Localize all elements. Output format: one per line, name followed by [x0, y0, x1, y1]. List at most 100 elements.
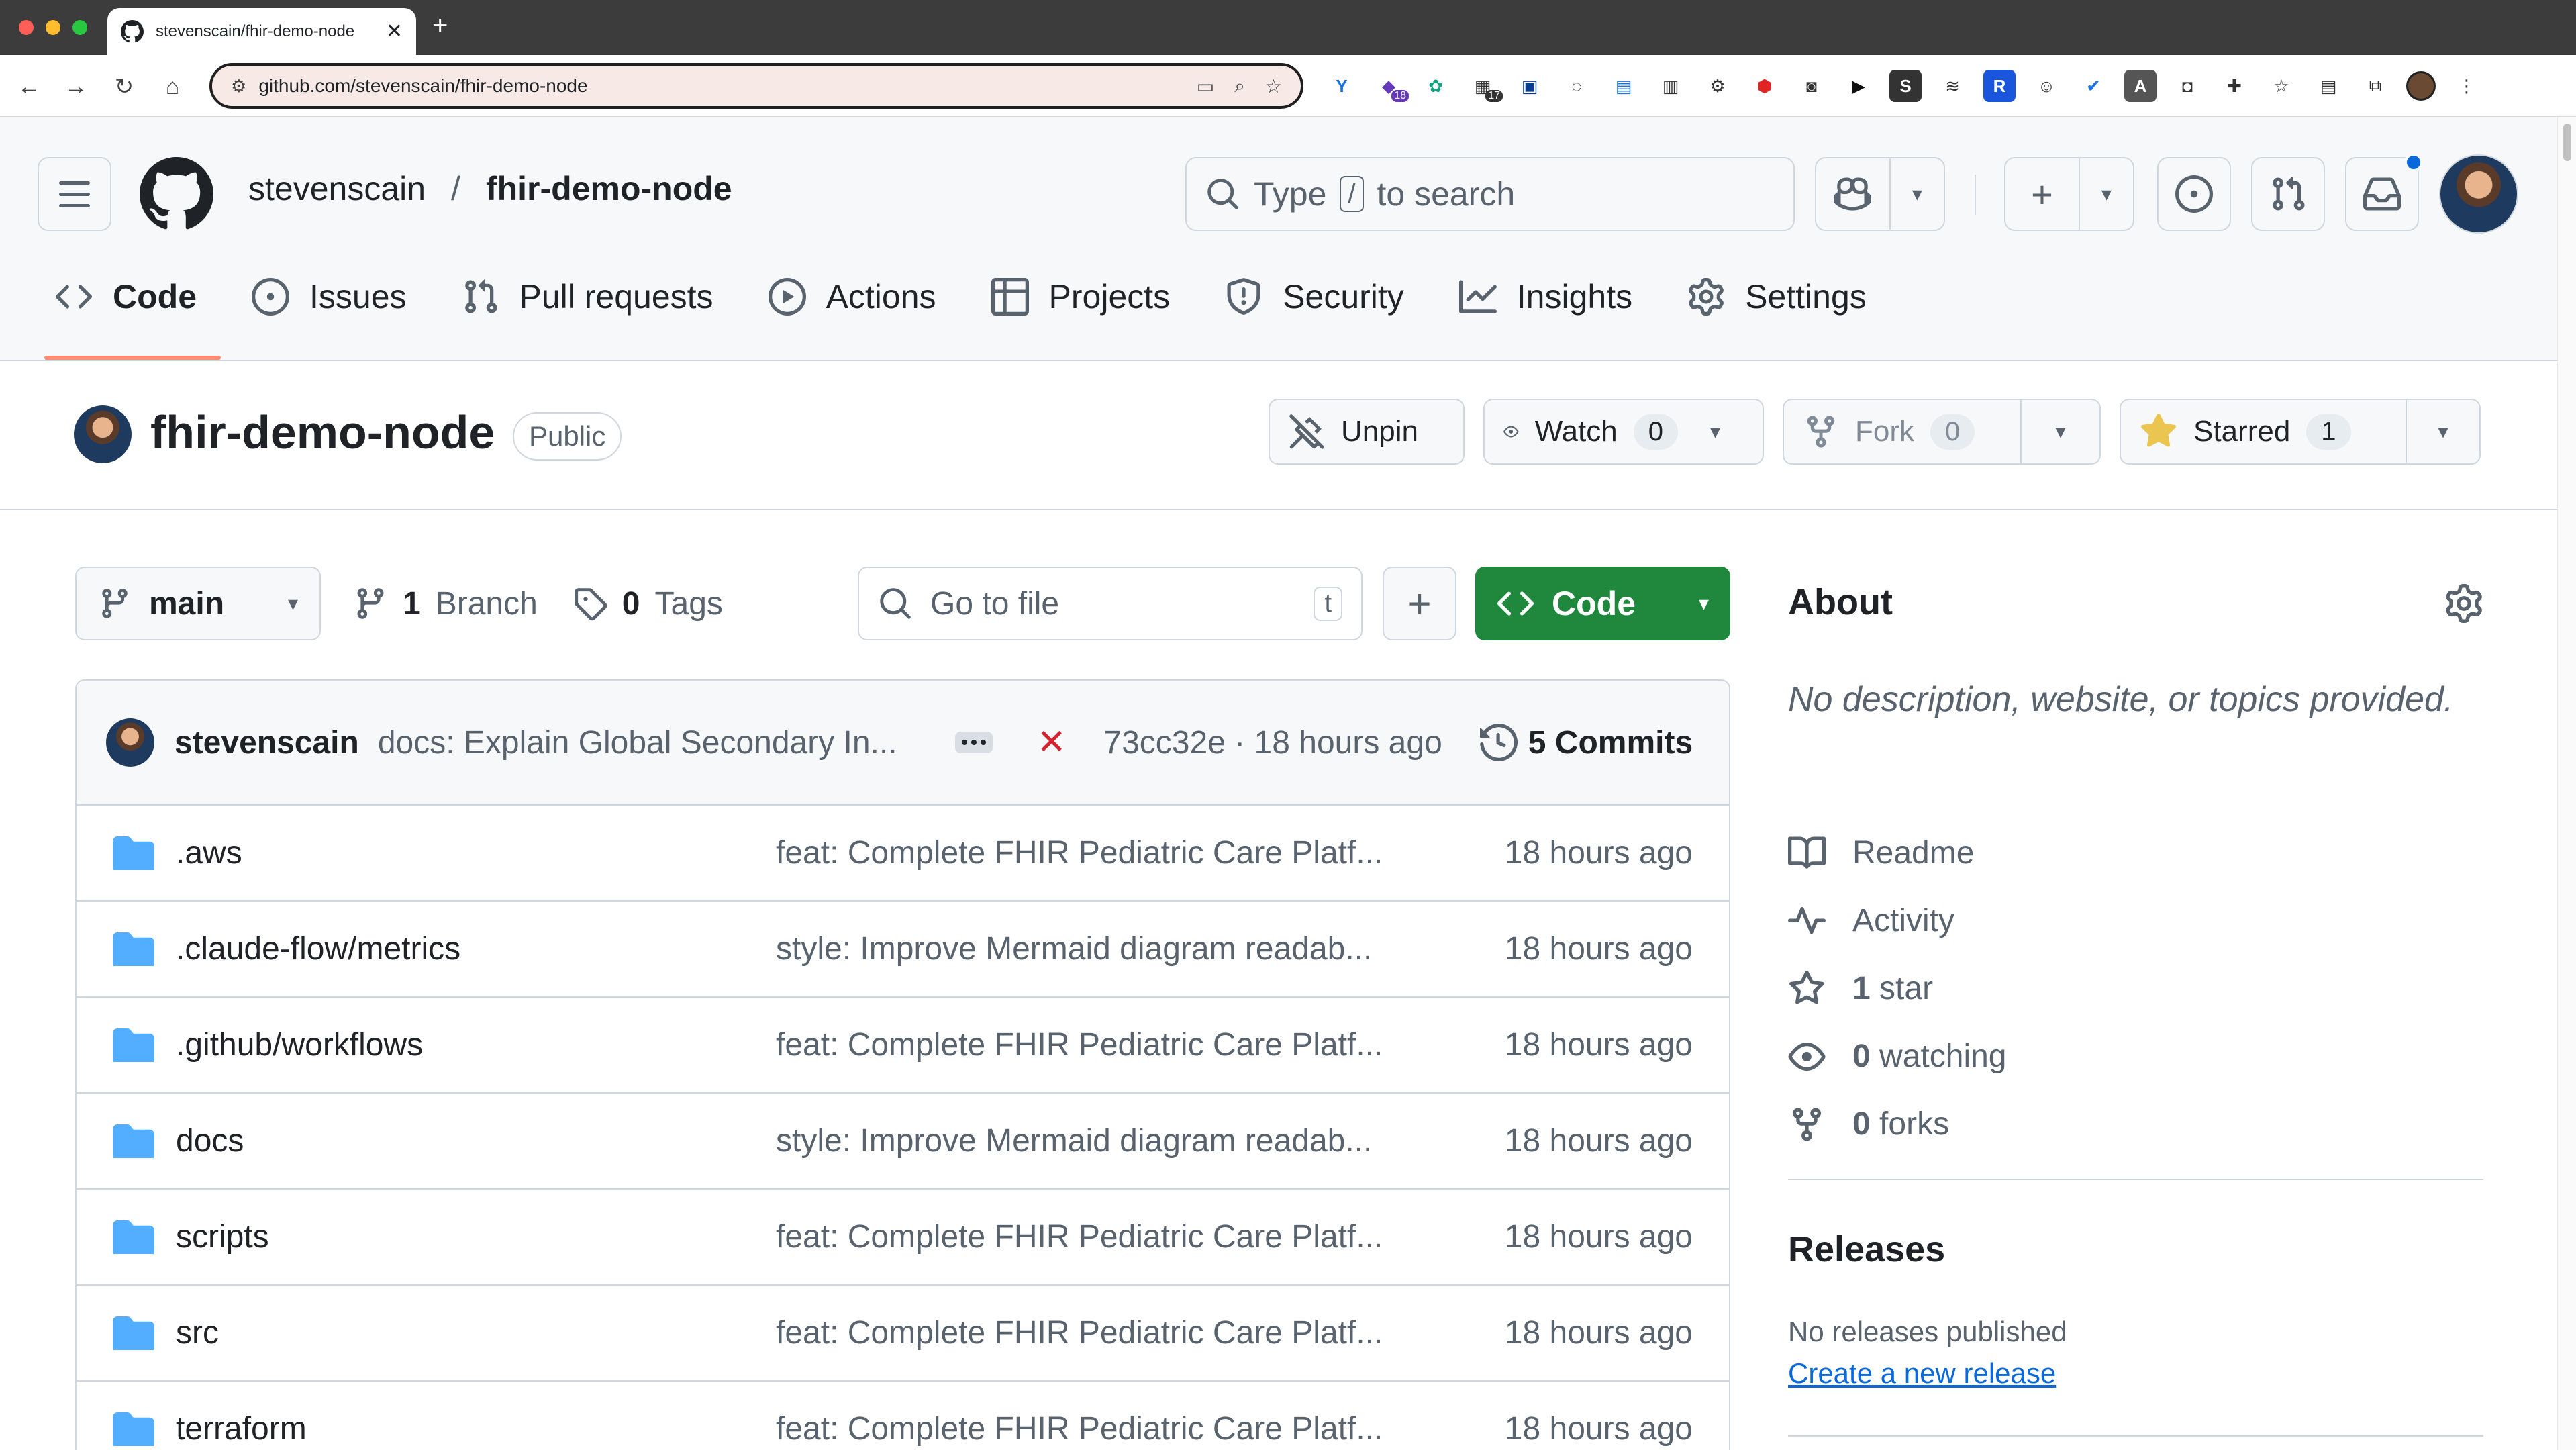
commit-author[interactable]: stevenscain — [175, 724, 359, 761]
file-row[interactable]: scripts feat: Complete FHIR Pediatric Car… — [77, 1190, 1729, 1286]
create-release-link[interactable]: Create a new release — [1788, 1357, 2056, 1390]
extension-calendar-icon[interactable]: ▦ 17 — [1467, 70, 1503, 102]
create-new-dropdown[interactable]: ▾ — [2078, 158, 2133, 230]
tags-link[interactable]: 0 Tags — [573, 585, 723, 622]
forward-arrow-icon[interactable]: → — [60, 71, 91, 102]
extension-screen-icon[interactable]: ▤ — [1607, 70, 1640, 102]
tab-actions[interactable]: Actions — [751, 264, 954, 329]
browser-tab-active[interactable]: stevenscain/fhir-demo-node ✕ — [107, 8, 416, 55]
tab-security[interactable]: Security — [1207, 264, 1422, 329]
extension-r-icon[interactable]: R — [1983, 70, 2016, 102]
watch-button[interactable]: Watch 0 — [1485, 400, 1697, 463]
maximize-window-button[interactable] — [72, 20, 87, 35]
extensions-puzzle-icon[interactable]: ✚ — [2218, 70, 2250, 102]
fork-dropdown[interactable]: ▾ — [2020, 400, 2099, 463]
extension-face-icon[interactable]: ☺ — [2030, 70, 2063, 102]
watch-dropdown[interactable]: ▾ — [1697, 400, 1734, 463]
branches-link[interactable]: 1 Branch — [353, 585, 538, 622]
extension-video-icon[interactable]: ▶ — [1842, 70, 1875, 102]
file-row[interactable]: .claude-flow/metrics style: Improve Merma… — [77, 902, 1729, 998]
tab-issues[interactable]: Issues — [234, 264, 424, 329]
extension-check-icon[interactable]: ✔ — [2077, 70, 2110, 102]
tab-settings[interactable]: Settings — [1670, 264, 1884, 329]
site-settings-icon[interactable]: ⚙ — [231, 76, 246, 97]
menu-hamburger-icon[interactable] — [38, 157, 111, 231]
issues-button[interactable] — [2157, 157, 2231, 231]
commits-history-link[interactable]: 5 Commits — [1479, 724, 1693, 761]
home-icon[interactable]: ⌂ — [157, 71, 188, 102]
copilot-dropdown-button[interactable]: ▾ — [1889, 158, 1944, 230]
ci-failure-x-icon[interactable]: ✕ — [1037, 722, 1067, 763]
repo-owner-avatar[interactable] — [74, 405, 132, 463]
address-bar[interactable]: ⚙ github.com/stevenscain/fhir-demo-node … — [209, 63, 1303, 109]
about-settings-gear-icon[interactable] — [2444, 584, 2483, 623]
tab-pull-requests[interactable]: Pull requests — [444, 264, 731, 329]
extension-cat-icon[interactable]: ◌ — [1561, 70, 1593, 102]
forks-link[interactable]: 0 forks — [1788, 1090, 2007, 1158]
file-name[interactable]: src — [176, 1314, 776, 1351]
page-scrollbar[interactable] — [2557, 117, 2576, 1450]
stars-link[interactable]: 1 star — [1788, 955, 2007, 1022]
bookmarks-star-icon[interactable]: ☆ — [2265, 70, 2297, 102]
new-tab-button[interactable]: + — [432, 12, 448, 39]
browser-profile-avatar[interactable] — [2406, 71, 2436, 101]
reload-icon[interactable]: ↻ — [109, 71, 140, 102]
file-commit-message[interactable]: style: Improve Mermaid diagram readab... — [776, 1122, 1494, 1159]
file-commit-message[interactable]: feat: Complete FHIR Pediatric Care Platf… — [776, 1026, 1494, 1063]
file-name[interactable]: .claude-flow/metrics — [176, 930, 776, 967]
create-new-button[interactable]: + — [2005, 158, 2079, 230]
watchers-link[interactable]: 0 watching — [1788, 1022, 2007, 1090]
install-app-icon[interactable]: ▭ — [1197, 75, 1214, 97]
extension-shield-icon[interactable]: ⬢ — [1748, 70, 1781, 102]
repo-title[interactable]: fhir-demo-node — [150, 405, 495, 459]
file-commit-message[interactable]: feat: Complete FHIR Pediatric Care Platf… — [776, 834, 1494, 871]
file-commit-message[interactable]: feat: Complete FHIR Pediatric Care Platf… — [776, 1314, 1494, 1351]
expand-commit-message-button[interactable] — [954, 732, 993, 753]
file-commit-message[interactable]: feat: Complete FHIR Pediatric Care Platf… — [776, 1410, 1494, 1447]
file-row[interactable]: src feat: Complete FHIR Pediatric Care Pl… — [77, 1286, 1729, 1382]
extension-a-icon[interactable]: A — [2124, 70, 2157, 102]
extension-doc-icon[interactable]: ▥ — [1654, 70, 1687, 102]
back-arrow-icon[interactable]: ← — [13, 71, 44, 102]
extension-mask-icon[interactable]: ◘ — [2171, 70, 2203, 102]
github-logo-icon[interactable] — [140, 157, 213, 231]
tab-search-icon[interactable]: ⧉ — [2359, 70, 2391, 102]
branch-select-button[interactable]: main ▾ — [75, 567, 321, 640]
extension-grid-icon[interactable]: ▣ — [1514, 70, 1546, 102]
activity-link[interactable]: Activity — [1788, 887, 2007, 955]
file-commit-message[interactable]: feat: Complete FHIR Pediatric Care Platf… — [776, 1218, 1494, 1255]
file-row[interactable]: docs style: Improve Mermaid diagram reada… — [77, 1094, 1729, 1190]
file-name[interactable]: terraform — [176, 1410, 776, 1447]
pull-requests-button[interactable] — [2251, 157, 2325, 231]
copilot-button[interactable] — [1816, 158, 1889, 230]
commit-author-avatar[interactable] — [106, 718, 154, 767]
file-commit-message[interactable]: style: Improve Mermaid diagram readab... — [776, 930, 1494, 967]
star-dropdown[interactable]: ▾ — [2406, 400, 2479, 463]
extension-gear-icon[interactable]: ⚙ — [1701, 70, 1734, 102]
extension-s-icon[interactable]: S — [1889, 70, 1922, 102]
extension-openai-icon[interactable]: ✿ — [1420, 70, 1452, 102]
code-download-button[interactable]: Code ▾ — [1475, 567, 1730, 640]
commit-hash-time[interactable]: 73cc32e · 18 hours ago — [1103, 724, 1442, 761]
extension-v-icon[interactable]: Y — [1326, 70, 1358, 102]
file-row[interactable]: .aws feat: Complete FHIR Pediatric Care P… — [77, 806, 1729, 902]
close-tab-icon[interactable]: ✕ — [386, 21, 403, 42]
search-input[interactable]: Type / to search — [1185, 157, 1795, 231]
file-name[interactable]: .github/workflows — [176, 1026, 776, 1063]
tab-code[interactable]: Code — [38, 264, 221, 360]
breadcrumb-repo-link[interactable]: fhir-demo-node — [486, 169, 732, 208]
bookmark-star-icon[interactable]: ☆ — [1265, 75, 1282, 97]
file-name[interactable]: docs — [176, 1122, 776, 1159]
breadcrumb-owner-link[interactable]: stevenscain — [248, 169, 426, 208]
extension-wave-icon[interactable]: ≋ — [1936, 70, 1969, 102]
releases-heading[interactable]: Releases — [1788, 1228, 1945, 1270]
reading-list-icon[interactable]: ▤ — [2312, 70, 2344, 102]
tab-projects[interactable]: Projects — [974, 264, 1188, 329]
tab-insights[interactable]: Insights — [1442, 264, 1650, 329]
file-row[interactable]: .github/workflows feat: Complete FHIR Ped… — [77, 998, 1729, 1094]
fork-button[interactable]: Fork 0 — [1784, 400, 2020, 463]
extension-badge-icon[interactable]: ◆ 18 — [1373, 70, 1409, 102]
add-file-button[interactable]: + — [1383, 567, 1456, 640]
starred-button[interactable]: Starred 1 — [2121, 400, 2406, 463]
go-to-file-input[interactable]: Go to file t — [858, 567, 1363, 640]
